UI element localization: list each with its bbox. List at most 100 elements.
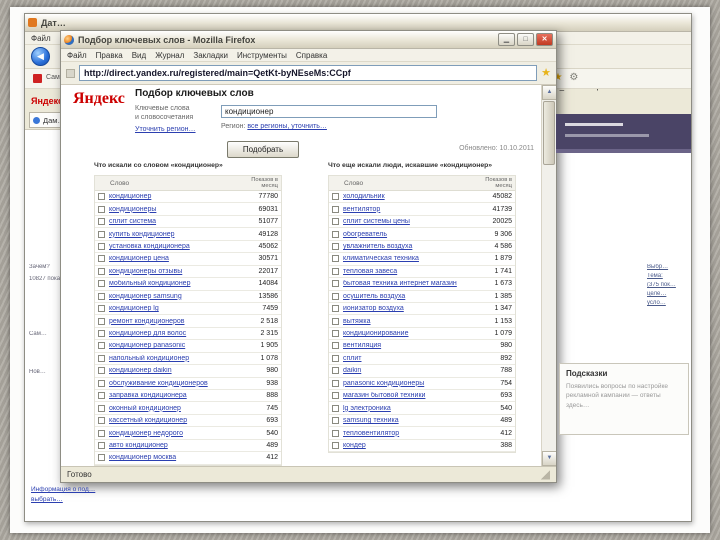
menu-item-file[interactable]: Файл <box>31 34 51 43</box>
scrollbar-thumb[interactable] <box>543 101 555 165</box>
footer-link[interactable]: выбрать… <box>31 496 63 503</box>
keyword-link[interactable]: кондиционер цена <box>109 255 255 262</box>
close-button[interactable]: ✕ <box>536 33 553 46</box>
keyword-link[interactable]: увлажнитель воздуха <box>343 243 490 250</box>
keyword-link[interactable]: кондиционер daikin <box>109 367 262 374</box>
keyword-checkbox[interactable] <box>332 292 339 300</box>
keyword-checkbox[interactable] <box>98 367 105 375</box>
gear-icon[interactable]: ⚙ <box>569 72 578 83</box>
submit-button[interactable]: Подобрать <box>227 141 299 158</box>
keyword-checkbox[interactable] <box>98 205 105 213</box>
menu-item[interactable]: Справка <box>296 51 327 60</box>
keyword-checkbox[interactable] <box>98 242 105 250</box>
resize-grip[interactable] <box>540 469 550 480</box>
keyword-link[interactable]: кондиционер lg <box>109 305 258 312</box>
vertical-scrollbar[interactable]: ▲ ▼ <box>541 85 556 466</box>
right-link[interactable]: усло… <box>647 300 691 306</box>
scroll-up-button[interactable]: ▲ <box>542 85 556 100</box>
right-link[interactable]: Тема: <box>647 273 691 279</box>
keyword-link[interactable]: сплит системы цены <box>343 218 489 225</box>
keyword-checkbox[interactable] <box>98 230 105 238</box>
scroll-down-button[interactable]: ▼ <box>542 451 556 466</box>
menu-item[interactable]: Файл <box>67 51 87 60</box>
keyword-checkbox[interactable] <box>98 392 105 400</box>
menu-item[interactable]: Закладки <box>193 51 228 60</box>
keyword-link[interactable]: авто кондиционер <box>109 442 262 449</box>
keyword-checkbox[interactable] <box>98 429 105 437</box>
keyword-link[interactable]: ремонт кондиционеров <box>109 318 256 325</box>
keyword-link[interactable]: тепловая завеса <box>343 268 490 275</box>
keyword-link[interactable]: daikin <box>343 367 496 374</box>
bookmark-star-icon[interactable]: ★ <box>541 67 551 79</box>
back-button[interactable]: ◀ <box>31 47 50 66</box>
keyword-link[interactable]: panasonic кондиционеры <box>343 380 496 387</box>
keyword-link[interactable]: обогреватель <box>343 231 490 238</box>
keyword-link[interactable]: кондиционер panasonic <box>109 342 256 349</box>
keyword-checkbox[interactable] <box>98 292 105 300</box>
menu-item[interactable]: Журнал <box>155 51 184 60</box>
keyword-checkbox[interactable] <box>98 417 105 425</box>
keyword-link[interactable]: оконный кондиционер <box>109 405 262 412</box>
keyword-checkbox[interactable] <box>332 330 339 338</box>
menu-item[interactable]: Инструменты <box>237 51 287 60</box>
keyword-checkbox[interactable] <box>98 218 105 226</box>
right-link[interactable]: целе… <box>647 291 691 297</box>
keyword-checkbox[interactable] <box>332 242 339 250</box>
right-link[interactable]: Выбр… <box>647 264 691 270</box>
keyword-checkbox[interactable] <box>332 305 339 313</box>
keyword-link[interactable]: кондиционеры <box>109 206 255 213</box>
keyword-checkbox[interactable] <box>332 317 339 325</box>
keyword-checkbox[interactable] <box>332 280 339 288</box>
right-link[interactable]: (375 пок… <box>647 282 691 288</box>
keyword-link[interactable]: кондиционер для волос <box>109 330 256 337</box>
menu-item[interactable]: Правка <box>96 51 123 60</box>
keyword-checkbox[interactable] <box>332 267 339 275</box>
keyword-link[interactable]: сплит <box>343 355 496 362</box>
keyword-link[interactable]: вытяжка <box>343 318 490 325</box>
keyword-link[interactable]: кондиционер <box>109 193 255 200</box>
keyword-link[interactable]: обслуживание кондиционеров <box>109 380 262 387</box>
keyword-link[interactable]: осушитель воздуха <box>343 293 490 300</box>
keyword-checkbox[interactable] <box>332 354 339 362</box>
keyword-checkbox[interactable] <box>98 280 105 288</box>
keyword-checkbox[interactable] <box>98 404 105 412</box>
keyword-link[interactable]: кондиционеры отзывы <box>109 268 255 275</box>
keyword-link[interactable]: lg электроника <box>343 405 496 412</box>
keyword-checkbox[interactable] <box>98 354 105 362</box>
keyword-link[interactable]: напольный кондиционер <box>109 355 256 362</box>
region-link[interactable]: все регионы, уточнить… <box>247 123 327 130</box>
keyword-checkbox[interactable] <box>98 342 105 350</box>
keyword-checkbox[interactable] <box>332 441 339 449</box>
keyword-link[interactable]: кондер <box>343 442 496 449</box>
keyword-link[interactable]: samsung техника <box>343 417 496 424</box>
keyword-link[interactable]: вентиляция <box>343 342 496 349</box>
keyword-link[interactable]: климатическая техника <box>343 255 490 262</box>
keyword-checkbox[interactable] <box>98 379 105 387</box>
keyword-checkbox[interactable] <box>332 255 339 263</box>
keyword-checkbox[interactable] <box>332 379 339 387</box>
firefox-titlebar[interactable]: Подбор ключевых слов - Mozilla Firefox ▁… <box>61 31 556 49</box>
keyword-link[interactable]: кондиционирование <box>343 330 490 337</box>
keyword-checkbox[interactable] <box>332 429 339 437</box>
keyword-checkbox[interactable] <box>98 330 105 338</box>
keyword-checkbox[interactable] <box>98 317 105 325</box>
keyword-link[interactable]: бытовая техника интернет магазин <box>343 280 490 287</box>
keyword-checkbox[interactable] <box>98 267 105 275</box>
keyword-link[interactable]: кондиционер samsung <box>109 293 255 300</box>
keyword-checkbox[interactable] <box>98 255 105 263</box>
minimize-button[interactable]: ▁ <box>498 33 515 46</box>
keyword-link[interactable]: кондиционер москва <box>109 454 262 461</box>
keyword-link[interactable]: мобильный кондиционер <box>109 280 255 287</box>
keyword-checkbox[interactable] <box>332 367 339 375</box>
keyword-link[interactable]: магазин бытовой техники <box>343 392 496 399</box>
keyword-checkbox[interactable] <box>332 342 339 350</box>
keyword-link[interactable]: заправка кондиционера <box>109 392 262 399</box>
keyword-link[interactable]: купить кондиционер <box>109 231 255 238</box>
keyword-checkbox[interactable] <box>98 193 105 201</box>
keyword-checkbox[interactable] <box>332 218 339 226</box>
keyword-link[interactable]: установка кондиционера <box>109 243 255 250</box>
keyword-checkbox[interactable] <box>98 305 105 313</box>
url-bar[interactable]: http://direct.yandex.ru/registered/main=… <box>79 65 538 81</box>
keyword-checkbox[interactable] <box>332 404 339 412</box>
keyword-link[interactable]: холодильник <box>343 193 489 200</box>
